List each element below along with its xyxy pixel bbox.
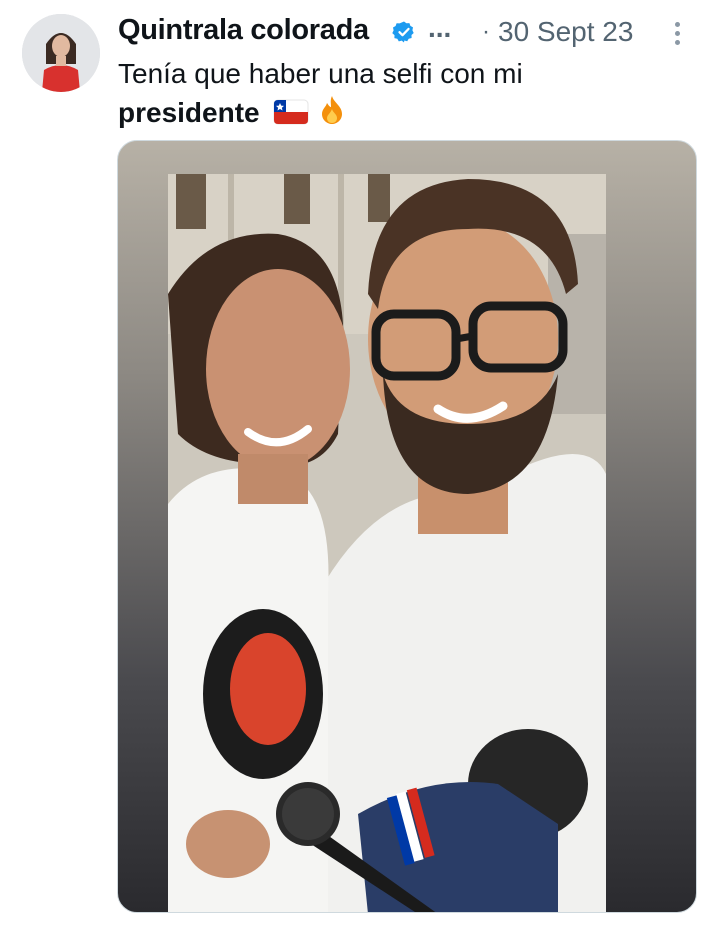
chile-flag-icon [273, 99, 309, 125]
verified-badge-icon [392, 21, 414, 43]
tweet-text-line1: Tenía que haber una selfi con mi [118, 58, 523, 89]
avatar-image [22, 14, 100, 92]
tweet-text: Tenía que haber una selfi con mi preside… [118, 54, 691, 132]
author-display-name[interactable]: Quintrala colorada [118, 14, 369, 47]
tweet-text-bold: presidente [118, 97, 260, 128]
fire-icon [322, 96, 343, 124]
selfie-photo [168, 174, 606, 912]
author-avatar[interactable] [22, 14, 100, 92]
tweet-date[interactable]: 30 Sept 23 [498, 16, 633, 48]
tweet-header: Quintrala colorada ... · 30 Sept 23 [118, 10, 691, 50]
more-options-icon[interactable] [663, 16, 691, 50]
name-truncation: ... [428, 12, 452, 43]
tweet-media[interactable] [117, 140, 697, 913]
separator-dot: · [482, 18, 490, 45]
selfie-image [168, 174, 606, 912]
